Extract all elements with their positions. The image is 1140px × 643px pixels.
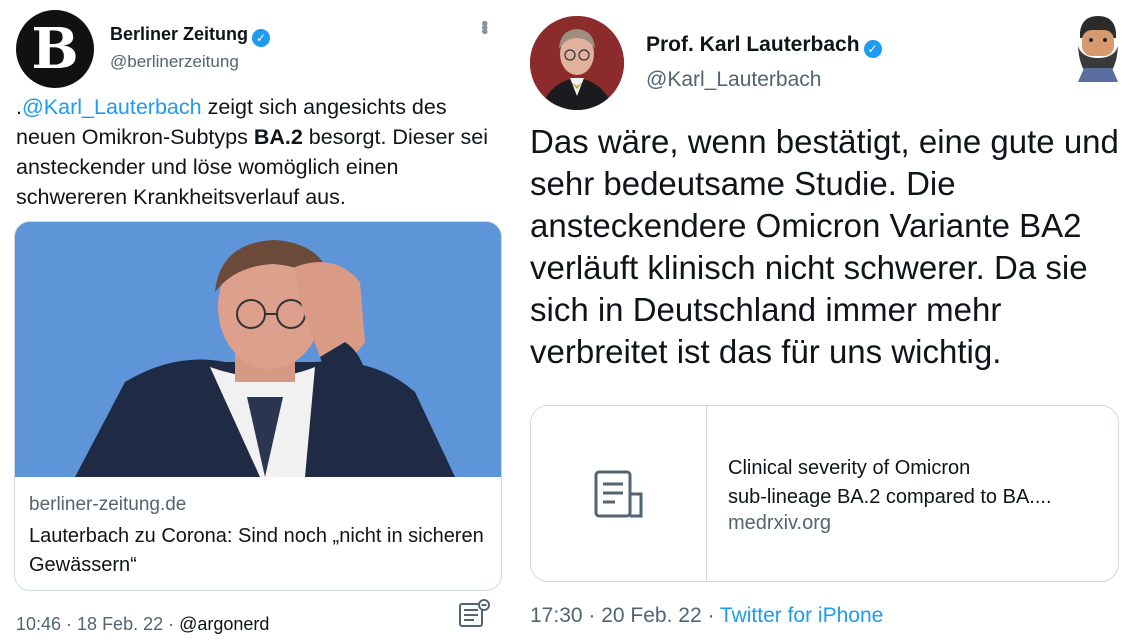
author-handle[interactable]: @berlinerzeitung (110, 52, 239, 72)
berliner-zeitung-avatar[interactable]: B (16, 10, 94, 88)
card-title: Clinical severity of Omicron sub-lineage… (728, 454, 1098, 512)
card-domain: berliner-zeitung.de (29, 494, 187, 515)
person-photo-illustration (15, 222, 501, 477)
card-domain: medrxiv.org (728, 512, 831, 534)
text-bold: BA.2 (253, 125, 303, 149)
mention-link[interactable]: @Karl_Lauterbach (22, 95, 202, 119)
link-card[interactable]: berliner-zeitung.de Lauterbach zu Corona… (14, 221, 502, 591)
tweet-text: Das wäre, wenn bestätigt, eine gute und … (530, 123, 1119, 370)
bearded-man-sticker-icon (1078, 16, 1118, 82)
more-options-icon[interactable]: ••• (473, 20, 495, 32)
card-photo (15, 222, 501, 477)
right-tweet: Prof. Karl Lauterbach ✓ @Karl_Lauterbach … (518, 0, 1140, 643)
author-name[interactable]: Prof. Karl Lauterbach ✓ (646, 33, 882, 58)
notes-icon[interactable] (458, 598, 492, 630)
tweet-timestamp[interactable]: 10:46 · 18 Feb. 22 · @argonerd (16, 614, 269, 635)
verified-badge-icon: ✓ (863, 40, 882, 58)
timestamp-text: 10:46 · 18 Feb. 22 · (16, 614, 180, 634)
profile-photo-illustration (530, 16, 624, 110)
document-icon (594, 470, 643, 518)
left-tweet: B Berliner Zeitung ✓ @berlinerzeitung •••… (0, 0, 518, 643)
tweet-text: .@Karl_Lauterbach zeigt sich angesichts … (16, 92, 494, 212)
verified-badge-icon: ✓ (252, 29, 271, 47)
tweet-timestamp[interactable]: 17:30 · 20 Feb. 22 · Twitter for iPhone (530, 604, 883, 628)
avatar-logo-letter: B (31, 16, 79, 82)
watermark-handle: @argonerd (179, 614, 270, 634)
card-title: Lauterbach zu Corona: Sind noch „nicht i… (29, 525, 484, 576)
card-title-line1: Clinical severity of Omicron (728, 457, 971, 479)
author-name-text: Prof. Karl Lauterbach (646, 33, 860, 56)
karl-lauterbach-avatar[interactable] (530, 16, 624, 110)
card-title-line2: sub-lineage BA.2 compared to BA.... (728, 486, 1052, 508)
author-name[interactable]: Berliner Zeitung ✓ (110, 24, 271, 47)
link-card[interactable]: Clinical severity of Omicron sub-lineage… (530, 405, 1119, 582)
author-handle[interactable]: @Karl_Lauterbach (646, 68, 821, 92)
source-link[interactable]: Twitter for iPhone (720, 604, 883, 627)
timestamp-text: 17:30 · 20 Feb. 22 · (530, 604, 720, 627)
author-name-text: Berliner Zeitung (110, 24, 249, 44)
card-icon-box (531, 406, 707, 581)
